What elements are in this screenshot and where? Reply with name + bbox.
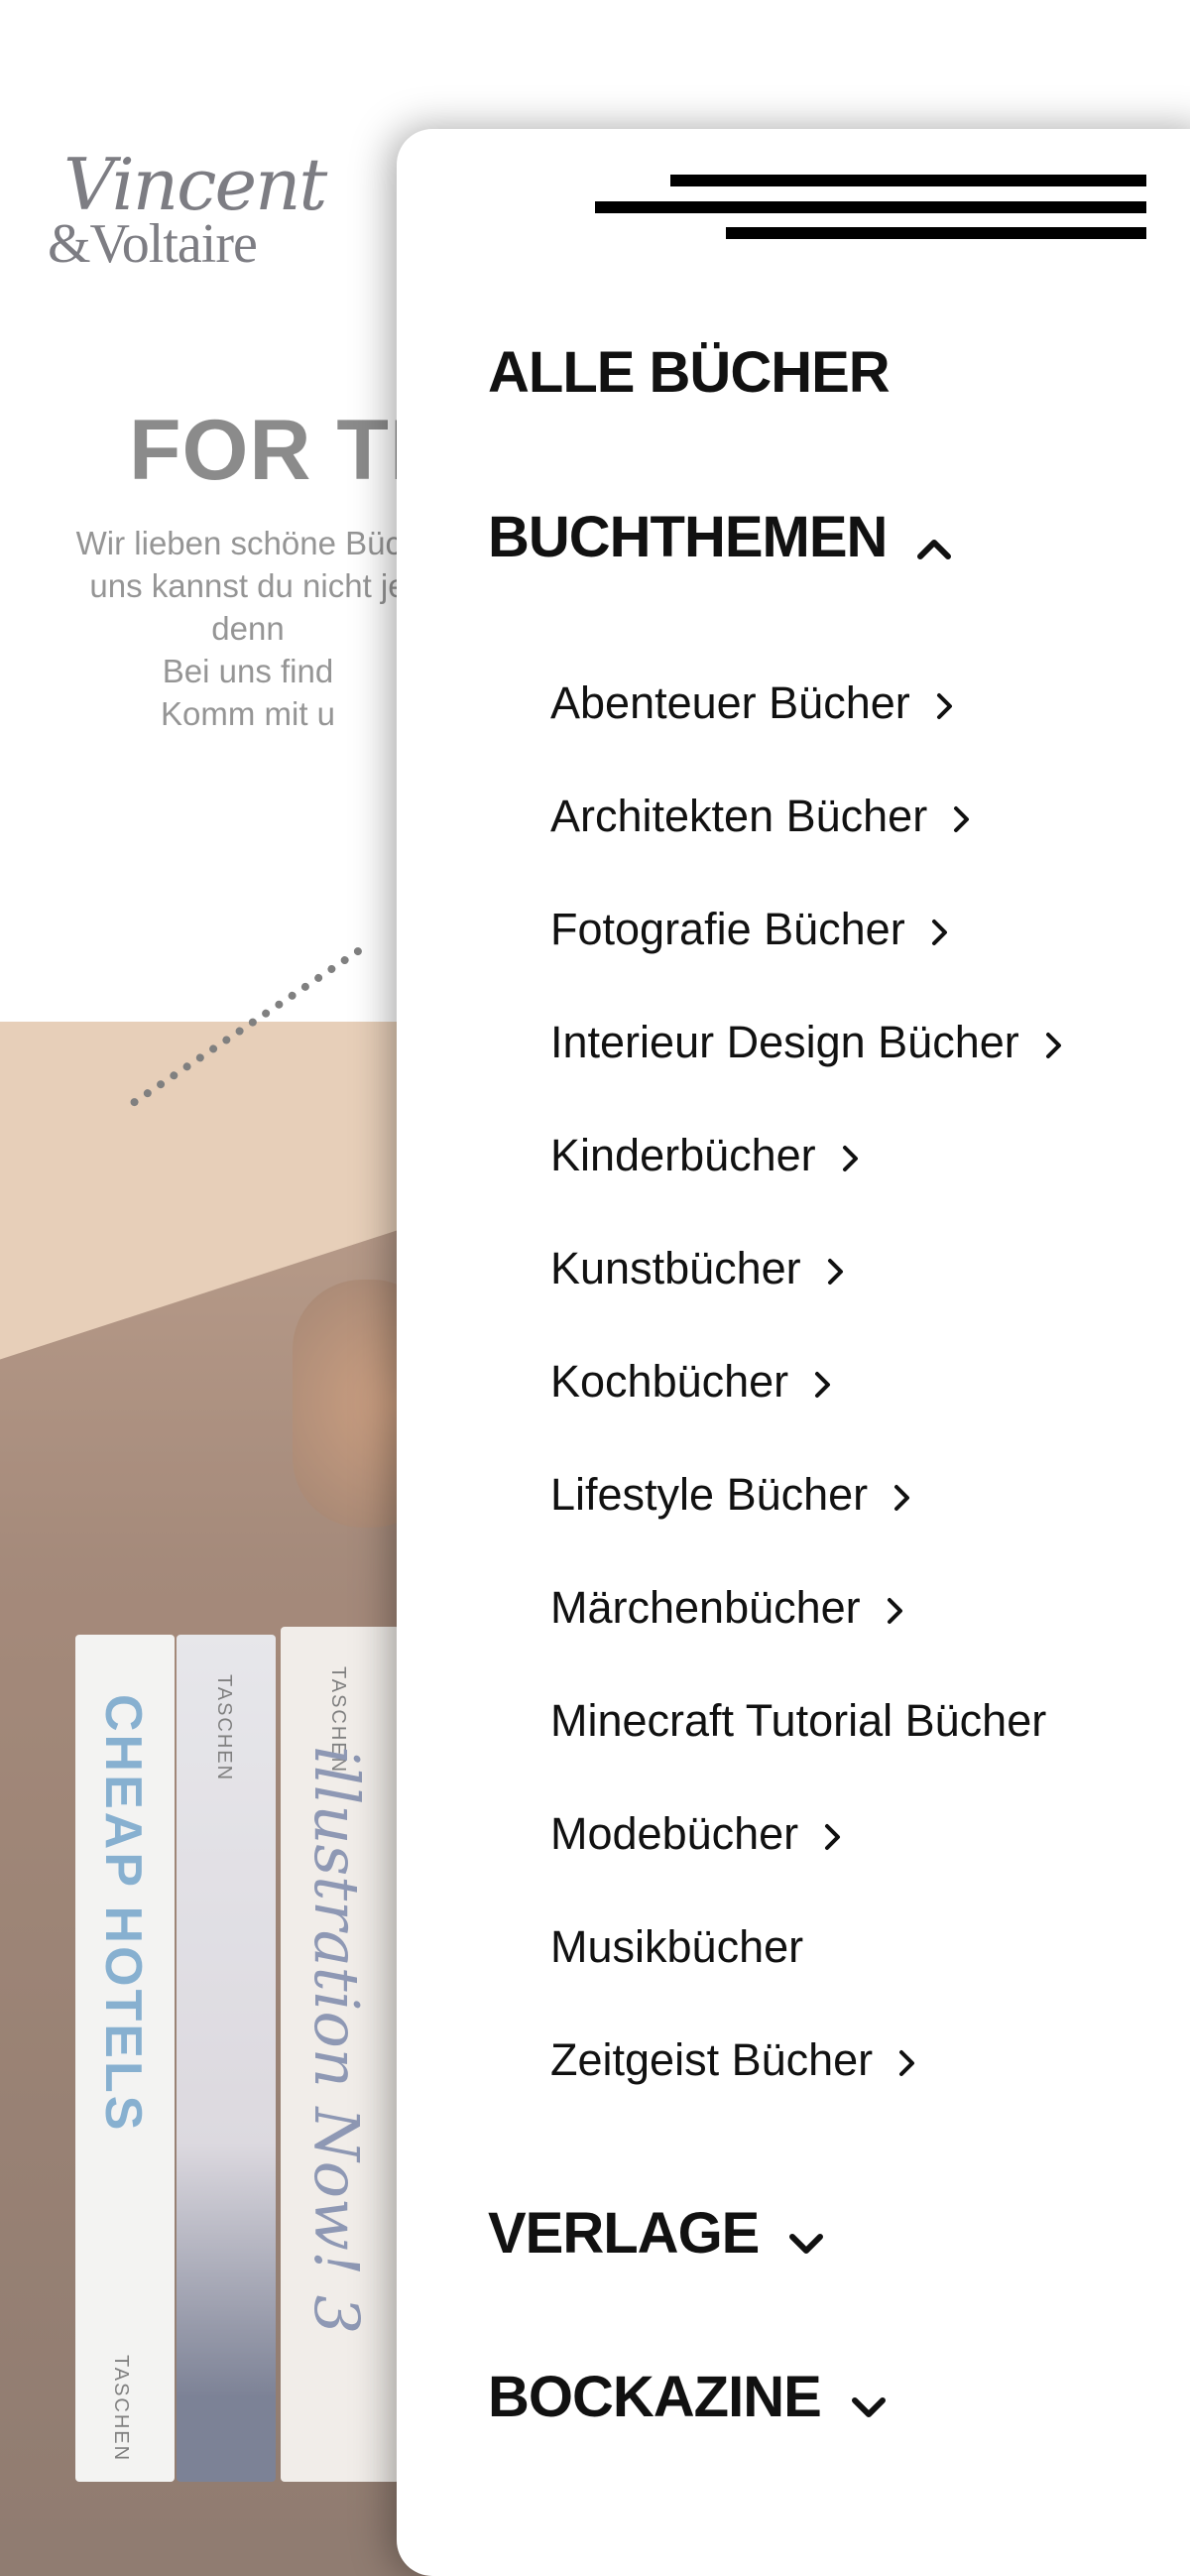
chevron-up-icon [916,508,952,574]
submenu-item-label: Märchenbücher [550,1582,861,1633]
chevron-right-icon [953,794,971,845]
submenu-item-zeitgeist[interactable]: Zeitgeist Bücher [550,2034,916,2089]
chevron-right-icon [1045,1020,1063,1071]
chevron-right-icon [898,2037,916,2089]
submenu-item-interieur-design[interactable]: Interieur Design Bücher [550,1017,1063,1071]
submenu-item-label: Kinderbücher [550,1130,816,1180]
submenu-item-label: Interieur Design Bücher [550,1017,1019,1067]
submenu-item-label: Zeitgeist Bücher [550,2034,874,2085]
nav-bockazine[interactable]: BOCKAZINE [488,2364,887,2434]
nav-verlage-label: VERLAGE [488,2201,760,2266]
submenu-item-label: Kunstbücher [550,1243,801,1293]
hamburger-bar [595,201,1146,213]
nav-buchthemen-label: BUCHTHEMEN [488,505,888,569]
submenu-item-kunstbuecher[interactable]: Kunstbücher [550,1243,845,1297]
hamburger-bar [670,175,1146,186]
submenu-item-label: Kochbücher [550,1356,789,1407]
submenu-item-modebuecher[interactable]: Modebücher [550,1808,842,1863]
submenu-item-lifestyle[interactable]: Lifestyle Bücher [550,1469,911,1524]
submenu-item-minecraft[interactable]: Minecraft Tutorial Bücher [550,1695,1046,1747]
nav-verlage[interactable]: VERLAGE [488,2200,824,2270]
submenu-item-label: Modebücher [550,1808,799,1859]
chevron-right-icon [887,1585,904,1637]
submenu-item-fotografie[interactable]: Fotografie Bücher [550,904,949,958]
submenu-item-musikbuecher[interactable]: Musikbücher [550,1921,803,1973]
hamburger-bar [726,227,1146,239]
submenu-item-kochbuecher[interactable]: Kochbücher [550,1356,832,1411]
nav-alle-buecher[interactable]: ALLE BÜCHER [488,339,891,406]
navigation-drawer: ALLE BÜCHER BUCHTHEMEN Abenteuer Bücher … [397,129,1190,2576]
submenu-item-maerchenbuecher[interactable]: Märchenbücher [550,1582,904,1637]
submenu-item-label: Architekten Bücher [550,791,928,841]
chevron-right-icon [936,680,954,732]
submenu-item-label: Fotografie Bücher [550,904,905,954]
chevron-right-icon [814,1359,832,1411]
nav-buchthemen[interactable]: BUCHTHEMEN [488,504,952,574]
submenu-item-label: Lifestyle Bücher [550,1469,869,1520]
submenu-item-abenteuer[interactable]: Abenteuer Bücher [550,677,954,732]
chevron-right-icon [893,1472,911,1524]
chevron-right-icon [824,1811,842,1863]
submenu-item-label: Abenteuer Bücher [550,677,910,728]
chevron-right-icon [827,1246,845,1297]
chevron-down-icon [788,2204,824,2270]
submenu-item-architekten[interactable]: Architekten Bücher [550,791,971,845]
nav-bockazine-label: BOCKAZINE [488,2365,822,2429]
submenu-item-label: Minecraft Tutorial Bücher [550,1695,1047,1746]
chevron-right-icon [931,907,949,958]
chevron-right-icon [842,1133,860,1184]
chevron-down-icon [851,2368,887,2434]
submenu-item-label: Musikbücher [550,1921,804,1972]
hamburger-icon[interactable] [595,175,1146,264]
submenu-item-kinderbuecher[interactable]: Kinderbücher [550,1130,860,1184]
